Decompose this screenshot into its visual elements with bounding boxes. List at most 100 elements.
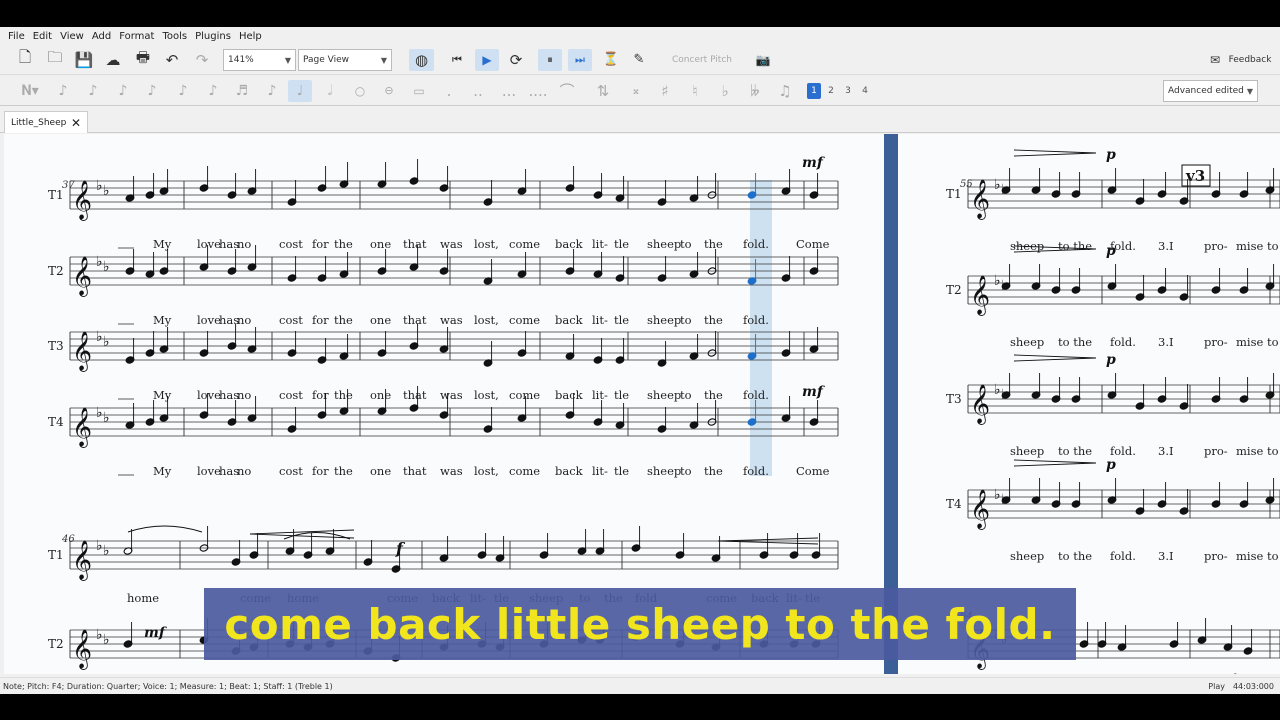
lyric-s1-t1-word: was — [440, 237, 463, 251]
hairpin — [249, 533, 355, 539]
pan-score-icon[interactable]: ⏭ — [568, 48, 592, 71]
note-1024-icon[interactable]: ♪ — [54, 80, 72, 102]
lyric-s1-t1-word: the — [334, 237, 353, 251]
lyric-s1-t1-word: lost, — [474, 237, 499, 251]
save-icon[interactable]: 💾 — [73, 49, 95, 71]
menu-format[interactable]: Format — [115, 31, 158, 42]
lyric-s1-t2-word: the — [704, 313, 723, 327]
note-whole-icon[interactable]: ○ — [351, 80, 369, 102]
lyric-s1-t4-word: lost, — [474, 464, 499, 478]
menu-bar: File Edit View Add Format Tools Plugins … — [0, 27, 1280, 45]
note-128-icon[interactable]: ♪ — [143, 80, 161, 102]
lyric-s1-t3-word: sheep — [647, 388, 681, 402]
redo-icon[interactable]: ↷ — [191, 49, 213, 71]
mixer-icon[interactable]: ✎ — [628, 49, 650, 71]
note-input-mode-icon[interactable]: 𝐍▾ — [14, 80, 46, 102]
lyric-s1-t2-word: sheep — [647, 313, 681, 327]
concert-pitch-button[interactable]: Concert Pitch — [666, 49, 738, 71]
flat-sign: ♭ — [96, 329, 103, 345]
play-icon[interactable]: ▶ — [475, 48, 499, 71]
treble-clef-icon: 𝄞 — [72, 256, 92, 297]
menu-tools[interactable]: Tools — [158, 31, 191, 42]
note-512-icon[interactable]: ♪ — [84, 80, 102, 102]
note-eighth-icon[interactable]: ♪ — [263, 80, 281, 102]
menu-add[interactable]: Add — [88, 31, 115, 42]
feedback-button[interactable]: Feedback — [1228, 49, 1272, 71]
tie-icon[interactable]: ⌒ — [556, 80, 578, 102]
lyric-p2-t4-word: sheep — [1010, 549, 1044, 563]
note-256-icon[interactable]: ♪ — [114, 80, 132, 102]
open-folder-icon[interactable]: 🗀 — [44, 48, 66, 71]
note-32nd-icon[interactable]: ♪ — [204, 80, 222, 102]
metronome-icon[interactable]: ⏳ — [600, 49, 622, 71]
flip-direction-icon[interactable]: ⇅ — [592, 80, 614, 102]
loop-icon[interactable]: ⟳ — [505, 49, 527, 71]
voice-2-button[interactable]: 2 — [824, 80, 838, 102]
menu-plugins[interactable]: Plugins — [191, 31, 235, 42]
print-icon[interactable]: 🖶 — [132, 48, 154, 71]
treble-clef-icon: 𝄞 — [72, 331, 92, 372]
lyric-p2-t4-word: fold. — [1110, 549, 1136, 563]
workspace-value: Advanced edited — [1168, 86, 1244, 96]
note-16th-icon[interactable]: ♬ — [233, 80, 251, 102]
menu-help[interactable]: Help — [235, 31, 266, 42]
double-dot-icon[interactable]: .. — [469, 80, 487, 102]
lyric-s1-t2-word: that — [403, 313, 427, 327]
lyric-s1-t3-word: My — [153, 388, 172, 402]
score-tab-bar: Little_Sheep ✕ — [0, 109, 1280, 133]
lyric-p2-t2-word: mise to — [1236, 335, 1279, 349]
flat-icon[interactable]: ♭ — [716, 80, 734, 102]
midi-input-icon[interactable]: ◍ — [409, 48, 434, 71]
menu-edit[interactable]: Edit — [29, 31, 56, 42]
flat-sign: ♭ — [994, 273, 1001, 289]
lyric-s1-t4-word: My — [153, 464, 172, 478]
natural-icon[interactable]: ♮ — [686, 80, 704, 102]
upload-cloud-icon[interactable]: ☁ — [102, 49, 124, 71]
note-longa-icon[interactable]: ▭ — [410, 80, 428, 102]
lyric-p2-t4-word: to the — [1058, 549, 1092, 563]
quadruple-dot-icon[interactable]: .... — [526, 80, 550, 102]
lyric-s1-t4-word: lit- — [592, 464, 608, 478]
lyric-s1-t1-word: for — [312, 237, 329, 251]
lyric-s1-t3-word: the — [334, 388, 353, 402]
camera-icon[interactable]: 📷 — [752, 49, 774, 71]
workspace-combo[interactable]: Advanced edited ▼ — [1163, 80, 1258, 102]
note-quarter-icon[interactable]: ♩ — [288, 79, 312, 102]
new-file-icon[interactable]: 🗋 — [14, 48, 36, 71]
dynamic-mf: mf — [802, 384, 826, 400]
feedback-icon[interactable]: ✉ — [1204, 49, 1226, 71]
note-64th-icon[interactable]: ♪ — [174, 80, 192, 102]
double-flat-icon[interactable]: 𝄫 — [744, 80, 766, 102]
close-icon[interactable]: ✕ — [71, 116, 81, 130]
double-sharp-icon[interactable]: 𝄪 — [627, 80, 645, 102]
zoom-combo[interactable]: 141% ▼ — [223, 49, 296, 71]
voice-3-button[interactable]: 3 — [841, 80, 855, 102]
lyric-p2-t2-word: 3.I — [1158, 335, 1174, 349]
note-half-icon[interactable]: 𝅗𝅥 — [321, 80, 339, 102]
lyric-s1-t3-word: no — [237, 388, 251, 402]
flat-sign: ♭ — [96, 538, 103, 554]
undo-icon[interactable]: ↶ — [161, 49, 183, 71]
treble-clef-icon: 𝄞 — [72, 629, 92, 670]
sharp-icon[interactable]: ♯ — [656, 80, 674, 102]
view-mode-combo[interactable]: Page View ▼ — [298, 49, 392, 71]
voice-4-button[interactable]: 4 — [858, 80, 872, 102]
lyric-p2-t1-word: to the — [1058, 239, 1092, 253]
tab-little-sheep[interactable]: Little_Sheep ✕ — [4, 111, 88, 133]
lyric-s1-t2-word: one — [370, 313, 391, 327]
voice-1-button[interactable]: 1 — [807, 83, 821, 99]
menu-view[interactable]: View — [56, 31, 88, 42]
lyric-p2-t3-word: pro- — [1204, 444, 1228, 458]
dot-icon[interactable]: . — [440, 80, 458, 102]
flat-sign: ♭ — [994, 382, 1001, 398]
note-breve-icon[interactable]: ⊖ — [380, 80, 398, 102]
metronome-toggle-icon[interactable]: ⏸ — [538, 48, 562, 71]
flat-sign: ♭ — [994, 177, 1001, 193]
note-input-toolbar: 𝐍▾ ♪ ♪ ♪ ♪ ♪ ♪ ♬ ♪ ♩ 𝅗𝅥 ○ ⊖ ▭ . .. ... .… — [0, 76, 1280, 106]
voice-flip-icon[interactable]: ♫ — [774, 80, 796, 102]
staff-label-T2: T2 — [946, 283, 962, 297]
menu-file[interactable]: File — [4, 31, 29, 42]
triple-dot-icon[interactable]: ... — [498, 80, 520, 102]
lyric-s1-t3-word: cost — [279, 388, 303, 402]
rewind-icon[interactable]: ⏮ — [446, 49, 468, 71]
